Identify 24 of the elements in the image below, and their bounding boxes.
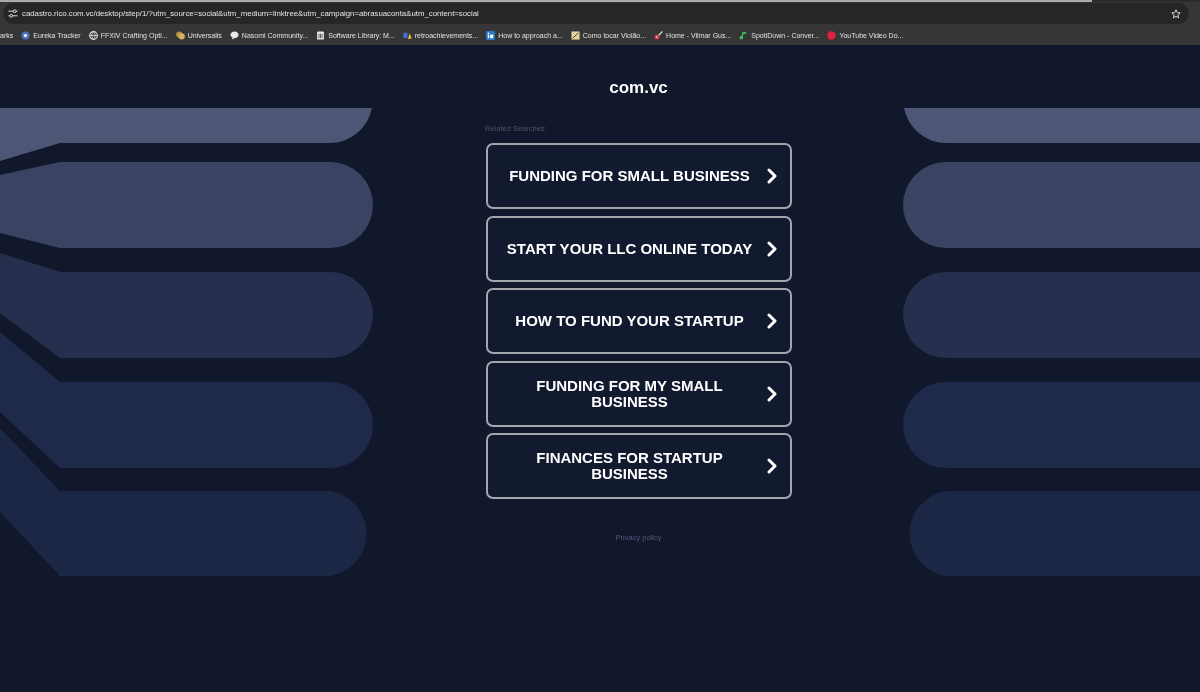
music-note-icon [739, 30, 749, 40]
chevron-right-icon [765, 313, 778, 329]
dot-circle-icon [21, 30, 31, 40]
related-search-button[interactable]: FINANCES FOR STARTUP BUSINESS [485, 433, 792, 499]
star-icon[interactable] [1171, 8, 1181, 19]
site-title: com.vc [609, 78, 668, 98]
clipboard-icon [316, 30, 326, 40]
tile-icon [486, 30, 496, 40]
related-search-button[interactable]: FUNDING FOR SMALL BUSINESS [485, 143, 792, 209]
note-icon [570, 30, 580, 40]
tune-icon[interactable] [8, 9, 18, 18]
speech-bubble-icon [229, 30, 239, 40]
record-icon [827, 30, 837, 40]
globe-icon [88, 30, 98, 40]
related-search-button[interactable]: FUNDING FOR MY SMALL BUSINESS [485, 360, 792, 427]
chevron-right-icon [765, 240, 778, 257]
related-search-button[interactable]: START YOUR LLC ONLINE TODAY [485, 215, 792, 282]
guitar-icon [654, 30, 664, 40]
related-search-button[interactable]: HOW TO FUND YOUR STARTUP [485, 288, 792, 354]
chevron-right-icon [765, 168, 778, 184]
coins-icon [175, 30, 185, 40]
chevron-right-icon [765, 385, 778, 402]
chevron-right-icon [765, 458, 778, 474]
blocks-icon [402, 30, 412, 40]
